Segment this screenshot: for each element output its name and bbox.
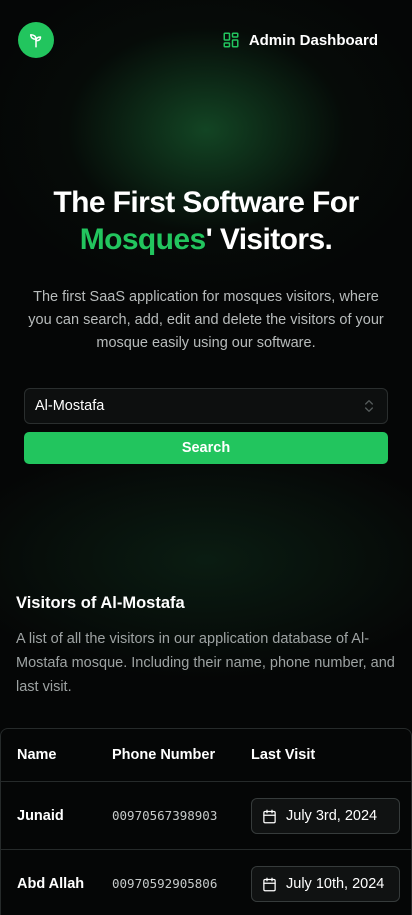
hero-title-rest: ' Visitors. bbox=[205, 223, 333, 256]
calendar-icon bbox=[263, 809, 276, 823]
logo[interactable] bbox=[18, 22, 54, 58]
column-header-name: Name bbox=[17, 747, 57, 763]
visitors-description: A list of all the visitors in our applic… bbox=[16, 631, 395, 695]
top-nav: Admin Dashboard bbox=[18, 22, 394, 58]
mosque-select-value: Al-Mostafa bbox=[35, 398, 105, 414]
last-visit-date: July 10th, 2024 bbox=[286, 876, 385, 892]
column-header-last-visit: Last Visit bbox=[251, 747, 316, 763]
visitor-phone: 00970567398903 bbox=[112, 808, 218, 823]
table-row: Abd Allah 00970592905806 July 10th, 2024 bbox=[1, 850, 411, 915]
visitor-phone: 00970592905806 bbox=[112, 876, 218, 891]
hero-title-highlight: Mosques bbox=[79, 223, 206, 256]
last-visit-date-button[interactable]: July 3rd, 2024 bbox=[251, 798, 400, 834]
search-button[interactable]: Search bbox=[24, 432, 388, 464]
dashboard-grid-icon bbox=[223, 32, 239, 48]
visitor-name: Junaid bbox=[17, 807, 64, 824]
hero-title: The First Software For Mosques' Visitors… bbox=[0, 184, 412, 258]
calendar-icon bbox=[263, 877, 276, 891]
admin-dashboard-label: Admin Dashboard bbox=[248, 31, 378, 49]
visitors-table: Name Phone Number Last Visit Junaid 0097… bbox=[0, 728, 412, 915]
visitors-title: Visitors of Al-Mostafa bbox=[16, 594, 185, 612]
hero-description: The first SaaS application for mosques v… bbox=[28, 289, 384, 351]
table-header-row: Name Phone Number Last Visit bbox=[1, 729, 411, 782]
table-row: Junaid 00970567398903 July 3rd, 2024 bbox=[1, 782, 411, 850]
last-visit-date: July 3rd, 2024 bbox=[286, 808, 378, 824]
last-visit-date-button[interactable]: July 10th, 2024 bbox=[251, 866, 400, 902]
hero-title-line1: The First Software For bbox=[53, 186, 359, 219]
column-header-phone: Phone Number bbox=[112, 747, 216, 763]
visitor-name: Abd Allah bbox=[17, 875, 85, 892]
admin-dashboard-link[interactable]: Admin Dashboard bbox=[222, 31, 378, 49]
hero: The First Software For Mosques' Visitors… bbox=[0, 184, 412, 355]
mosque-select[interactable]: Al-Mostafa bbox=[24, 388, 388, 424]
visitors-section: Visitors of Al-Mostafa A list of all the… bbox=[16, 594, 396, 699]
sprout-logo-icon bbox=[30, 34, 42, 48]
chevron-up-down-icon bbox=[365, 400, 373, 412]
